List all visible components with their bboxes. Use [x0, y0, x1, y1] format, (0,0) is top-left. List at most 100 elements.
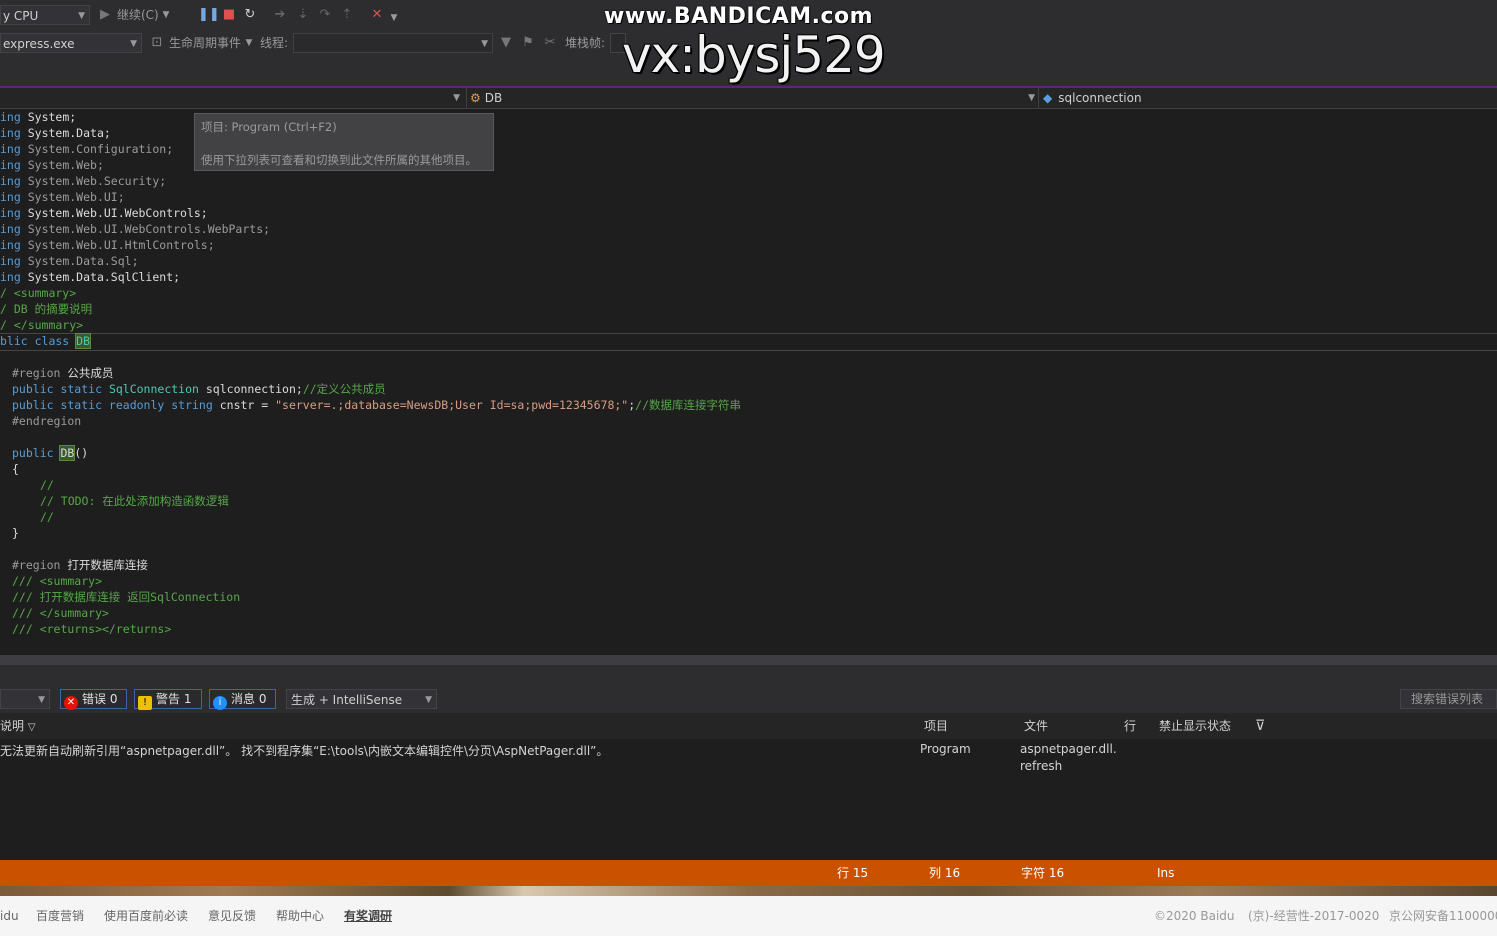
- code-editor[interactable]: ing System; ing System.Data; ing System.…: [0, 109, 1497, 655]
- comment-line: //: [40, 510, 54, 524]
- background-image-strip: [0, 886, 1497, 896]
- comment-line: //: [40, 478, 54, 492]
- doc-comment: / <summary>: [0, 286, 77, 300]
- error-list-toolbar: ▼ ✕ 错误 0 ! 警告 1 i 消息 0 生成 + IntelliSense ▼ …: [0, 685, 1497, 713]
- filter-icon[interactable]: ⊽: [1255, 713, 1265, 739]
- breakpoint-toggle-icon[interactable]: ✕: [368, 5, 386, 25]
- chevron-down-icon: ▼: [1028, 93, 1035, 103]
- step-over-icon[interactable]: ↷: [317, 5, 333, 25]
- using-keyword: ing: [0, 206, 21, 220]
- using-keyword: ing: [0, 126, 21, 140]
- lifecycle-dropdown-icon[interactable]: ▼: [244, 33, 254, 53]
- info-icon: i: [213, 696, 227, 710]
- footer-link[interactable]: 百度营销: [36, 896, 84, 936]
- footer-link[interactable]: 使用百度前必读: [104, 896, 188, 936]
- footer-link[interactable]: idu: [0, 896, 19, 936]
- region-name: 公共成员: [67, 366, 114, 380]
- horizontal-scrollbar[interactable]: [0, 655, 1497, 665]
- code-line: ing System.Web.UI.HtmlControls;: [0, 237, 215, 253]
- footer-icp[interactable]: 京公网安备1100000: [1389, 896, 1497, 936]
- process-combo[interactable]: express.exe ▼: [0, 33, 142, 53]
- column-suppression[interactable]: 禁止显示状态: [1159, 713, 1231, 739]
- continue-dropdown-icon[interactable]: ▼: [160, 5, 172, 25]
- error-scope-combo[interactable]: ▼: [0, 689, 50, 709]
- play-icon[interactable]: ▶: [98, 5, 112, 25]
- column-description[interactable]: 说明 ▽: [0, 713, 36, 741]
- region-name: 打开数据库连接: [67, 558, 148, 572]
- stop-icon[interactable]: ■: [221, 5, 237, 25]
- code-line: public static SqlConnection sqlconnectio…: [12, 381, 386, 397]
- using-namespace: System.Web.Security;: [27, 174, 167, 188]
- code-line: ing System.Configuration;: [0, 141, 173, 157]
- error-file-cont: refresh: [1020, 759, 1063, 773]
- field-type: SqlConnection: [108, 382, 199, 396]
- chevron-down-icon: ▼: [38, 695, 45, 705]
- panel-splitter[interactable]: [0, 665, 1497, 685]
- class-dropdown-value: DB: [484, 91, 503, 105]
- footer-link-survey[interactable]: 有奖调研: [344, 896, 392, 936]
- build-source-combo[interactable]: 生成 + IntelliSense ▼: [286, 689, 437, 709]
- using-namespace: System.Web.UI.WebControls;: [27, 206, 208, 220]
- restart-icon[interactable]: ↻: [242, 5, 258, 25]
- thread-combo[interactable]: ▼: [293, 33, 493, 53]
- project-tooltip: 项目: Program (Ctrl+F2) 使用下拉列表可查看和切换到此文件所属…: [194, 113, 494, 171]
- member-dropdown[interactable]: ◆ sqlconnection: [1038, 88, 1497, 108]
- column-file[interactable]: 文件: [1024, 713, 1048, 739]
- brace: }: [12, 526, 19, 540]
- class-keyword: blic class: [0, 334, 77, 348]
- toolbar-overflow-icon[interactable]: ▼: [389, 8, 399, 28]
- field-comment: //定义公共成员: [302, 382, 386, 396]
- column-line[interactable]: 行: [1124, 713, 1136, 739]
- warnings-filter-button[interactable]: ! 警告 1: [134, 689, 202, 710]
- doc-comment: /// 打开数据库连接 返回SqlConnection: [12, 590, 241, 604]
- project-dropdown[interactable]: ▼: [0, 88, 462, 108]
- using-namespace: System.Web.UI.HtmlControls;: [27, 238, 215, 252]
- using-namespace: System.Data.Sql;: [27, 254, 139, 268]
- platform-combo[interactable]: y CPU ▼: [0, 5, 90, 25]
- chevron-down-icon: ▼: [425, 695, 432, 705]
- step-into-icon[interactable]: ⇣: [295, 5, 311, 25]
- step-out-icon[interactable]: ⇡: [339, 5, 355, 25]
- doc-comment: / </summary>: [0, 318, 84, 332]
- messages-filter-button[interactable]: i 消息 0: [209, 689, 276, 710]
- footer-link[interactable]: 帮助中心: [276, 896, 324, 936]
- lifecycle-events-button[interactable]: 生命周期事件: [169, 33, 241, 53]
- error-search-input[interactable]: 搜索错误列表: [1400, 689, 1497, 709]
- status-char: 字符 16: [1021, 866, 1065, 880]
- footer-link[interactable]: 意见反馈: [208, 896, 256, 936]
- constructor-declaration: public DB(): [12, 445, 88, 461]
- chevron-down-icon: ▼: [481, 39, 488, 49]
- errors-filter-button[interactable]: ✕ 错误 0: [60, 689, 127, 710]
- using-namespace: System.Web;: [27, 158, 104, 172]
- code-line: ing System.Web;: [0, 157, 104, 173]
- show-next-statement-icon[interactable]: ➔: [272, 5, 288, 25]
- filter-threads-icon[interactable]: ▼: [498, 33, 514, 53]
- status-insert-mode[interactable]: Ins: [1157, 860, 1174, 886]
- code-line: ing System.Data;: [0, 125, 111, 141]
- flag-threads-icon[interactable]: ⚑: [520, 33, 536, 53]
- code-line: ing System.Web.UI.WebControls.WebParts;: [0, 221, 270, 237]
- status-column: 列 16: [929, 866, 961, 880]
- field-icon: ◆: [1043, 91, 1053, 105]
- class-icon: ⚙: [470, 91, 481, 105]
- column-project[interactable]: 项目: [924, 713, 948, 739]
- table-row[interactable]: 无法更新自动刷新引用“aspnetpager.dll”。 找不到程序集“E:\t…: [0, 739, 1497, 779]
- build-source-value: 生成 + IntelliSense: [291, 693, 403, 707]
- thread-label: 线程:: [260, 36, 289, 50]
- brace: {: [12, 462, 19, 476]
- region-keyword: #region: [12, 366, 61, 380]
- class-dropdown[interactable]: ⚙ DB ▼: [466, 88, 1037, 108]
- using-keyword: ing: [0, 270, 21, 284]
- expand-callstack-icon[interactable]: ✂: [542, 33, 558, 53]
- footer-license[interactable]: (京)-经营性-2017-0020: [1248, 896, 1379, 936]
- warning-icon: !: [138, 696, 152, 710]
- pause-icon[interactable]: ❚❚: [198, 5, 220, 25]
- ctor-parens: (): [74, 446, 89, 460]
- continue-button[interactable]: 继续(C): [117, 5, 159, 25]
- current-line-highlight: [0, 333, 1497, 351]
- tooltip-title: 项目: Program (Ctrl+F2): [201, 120, 337, 134]
- doc-comment: /// <returns></returns>: [12, 622, 172, 636]
- error-description: 无法更新自动刷新引用“aspnetpager.dll”。 找不到程序集“E:\t…: [0, 744, 609, 758]
- code-line: ing System.Web.UI.WebControls;: [0, 205, 208, 221]
- field-name: sqlconnection;: [198, 382, 303, 396]
